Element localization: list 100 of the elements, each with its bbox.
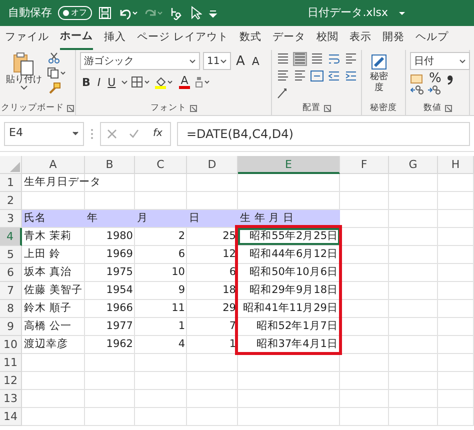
column-header[interactable]: G	[389, 156, 438, 174]
format-painter-icon[interactable]	[47, 82, 61, 94]
sensitivity-button[interactable]: 秘密度	[366, 52, 392, 94]
increase-decimal-icon[interactable]	[410, 85, 424, 95]
row-header[interactable]: 2	[0, 192, 22, 210]
italic-button[interactable]: I	[95, 76, 103, 88]
table-cell-text: 18	[222, 283, 237, 298]
percent-button[interactable]: %	[427, 72, 444, 85]
align-center-icon[interactable]	[276, 69, 290, 83]
underline-button[interactable]: U	[106, 76, 118, 88]
table-cell-text: 1962	[105, 337, 134, 352]
shrink-font-button[interactable]: A	[250, 56, 262, 66]
name-box[interactable]: E4	[4, 122, 84, 146]
launcher-icon[interactable]	[67, 105, 74, 112]
spellcheck-icon[interactable]	[170, 6, 184, 20]
row-header[interactable]: 9	[0, 318, 22, 336]
align-middle-icon[interactable]	[293, 52, 307, 66]
increase-indent-icon[interactable]	[344, 69, 358, 83]
column-label: 氏名	[22, 210, 85, 227]
ribbon-tab[interactable]: ページ レイアウト	[137, 27, 228, 49]
column-header[interactable]: F	[340, 156, 389, 174]
formula-field[interactable]: =DATE(B4,C4,D4)	[177, 122, 470, 146]
merge-center-icon[interactable]	[310, 69, 324, 83]
row-header[interactable]: 14	[0, 408, 22, 426]
table-cell-text: 25	[222, 229, 237, 244]
row-header[interactable]: 7	[0, 282, 22, 300]
column-header[interactable]: B	[85, 156, 135, 174]
caret-icon	[459, 58, 466, 64]
decrease-decimal-icon[interactable]	[427, 85, 441, 95]
cut-icon[interactable]	[47, 52, 61, 64]
column-header[interactable]: C	[135, 156, 187, 174]
row-header[interactable]: 5	[0, 246, 22, 264]
paste-button[interactable]: 貼り付け	[4, 52, 44, 85]
table-cell-text: 鈴木 順子	[23, 301, 72, 316]
wrap-text-icon[interactable]	[327, 52, 341, 66]
table-cell-text: 1954	[105, 283, 134, 298]
align-bottom-icon[interactable]	[310, 52, 324, 66]
phonetic-guide-icon[interactable]	[195, 76, 212, 88]
ribbon-tab[interactable]: 表示	[349, 27, 372, 49]
launcher-icon[interactable]	[190, 105, 196, 112]
align-right-icon[interactable]	[293, 69, 307, 83]
row-header[interactable]: 12	[0, 372, 22, 390]
borders-icon[interactable]	[130, 76, 151, 88]
caret-icon[interactable]	[398, 9, 406, 17]
table-cell-text: 1	[177, 319, 186, 334]
decrease-indent-icon[interactable]	[327, 69, 341, 83]
number-format-dropdown[interactable]: 日付	[410, 52, 470, 70]
ribbon-tab[interactable]: 挿入	[104, 27, 126, 49]
column-header[interactable]: A	[22, 156, 85, 174]
caret-icon[interactable]	[120, 80, 128, 84]
table-cell-text: 10	[170, 265, 186, 280]
table-cell-text: 昭和44年6月12日	[248, 247, 339, 262]
table-cell-text: 7	[228, 319, 237, 334]
row-header[interactable]: 6	[0, 264, 22, 282]
column-header[interactable]: D	[187, 156, 238, 174]
ribbon-tab[interactable]: ヘルプ	[415, 27, 448, 49]
corner-triangle-icon	[9, 161, 21, 173]
row-header[interactable]: 10	[0, 336, 22, 354]
table-cell-text: 4	[177, 337, 186, 352]
row-header[interactable]: 13	[0, 390, 22, 408]
group-label: クリップボード	[1, 102, 64, 115]
caret-icon	[72, 131, 79, 136]
font-name-dropdown[interactable]: 游ゴシック	[80, 52, 200, 70]
align-top-icon[interactable]	[276, 52, 290, 66]
fill-color-icon[interactable]	[154, 76, 174, 88]
label-tag-icon	[369, 52, 389, 72]
font-color-button[interactable]: A	[176, 75, 192, 89]
row-header[interactable]: 11	[0, 354, 22, 372]
table-cell-text: 昭和50年10月6日	[248, 265, 339, 280]
bold-button[interactable]: B	[80, 76, 92, 88]
launcher-icon[interactable]	[444, 105, 452, 112]
ribbon-tab[interactable]: ファイル	[5, 27, 49, 49]
ribbon-tab[interactable]: 数式	[239, 27, 262, 49]
caret-icon	[220, 58, 227, 64]
table-cell-text: 9	[177, 283, 186, 298]
font-size-dropdown[interactable]: 11	[203, 52, 231, 70]
ribbon-tab[interactable]: データ	[272, 27, 306, 49]
column-header[interactable]: E	[238, 156, 340, 174]
table-cell-text: 1980	[105, 229, 134, 244]
align-left-icon[interactable]	[344, 52, 358, 66]
table-cell-text: 昭和41年11月29日	[242, 301, 339, 316]
table-cell-text: 昭和29年9月18日	[248, 283, 339, 298]
launcher-icon[interactable]	[324, 105, 330, 112]
comma-style-icon[interactable]	[446, 72, 454, 84]
column-header[interactable]: H	[438, 156, 474, 174]
caret-icon[interactable]	[20, 85, 28, 90]
table-cell-text: 11	[170, 301, 186, 316]
insert-function-button[interactable]: fx	[151, 128, 164, 138]
row-header[interactable]: 3	[0, 210, 22, 228]
row-header[interactable]: 8	[0, 300, 22, 318]
ribbon-tab[interactable]: 開発	[382, 27, 404, 49]
autosave-toggle[interactable]: オフ	[58, 6, 92, 20]
row-header[interactable]: 4	[0, 228, 22, 246]
row-header[interactable]: 1	[0, 174, 22, 192]
copy-icon[interactable]	[47, 67, 67, 79]
grow-font-button[interactable]: A	[234, 54, 247, 68]
column-label: 日	[187, 210, 238, 227]
pointer-icon[interactable]	[190, 6, 202, 20]
ribbon-tab[interactable]: 校閲	[316, 27, 338, 49]
save-icon[interactable]	[98, 6, 112, 20]
